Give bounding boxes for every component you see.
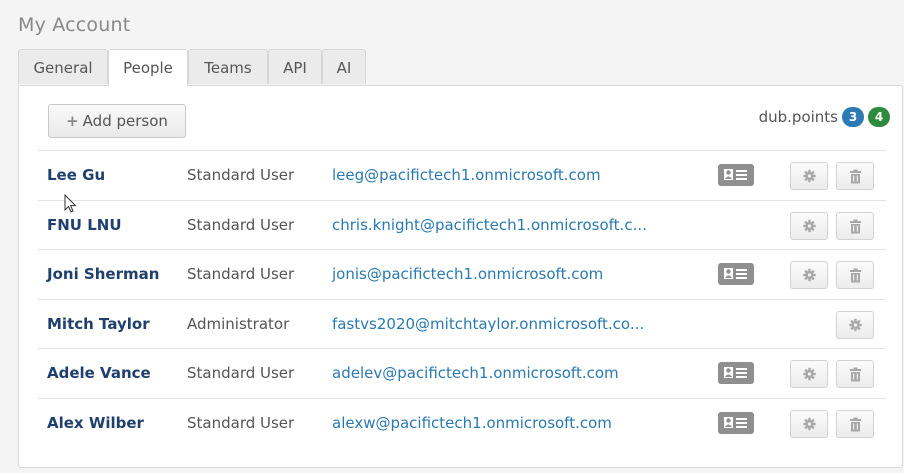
settings-button[interactable]	[790, 162, 828, 190]
contact-card-icon[interactable]	[718, 164, 754, 186]
table-row: FNU LNU Standard User chris.knight@pacific…	[38, 199, 886, 250]
person-email[interactable]: alexw@pacifictech1.onmicrosoft.com	[332, 399, 612, 448]
table-row: Mitch Taylor Administrator fastvs2020@mitc…	[38, 298, 886, 349]
person-name[interactable]: Adele Vance	[47, 349, 151, 398]
delete-button[interactable]	[836, 409, 874, 438]
add-person-label: Add person	[82, 112, 168, 130]
settings-button[interactable]	[790, 409, 828, 438]
contact-card-icon[interactable]	[718, 362, 754, 384]
settings-button[interactable]	[790, 211, 828, 240]
delete-button[interactable]	[836, 211, 874, 240]
tab-general[interactable]: General	[18, 49, 108, 84]
settings-button[interactable]	[836, 310, 874, 339]
person-email[interactable]: leeg@pacifictech1.onmicrosoft.com	[332, 151, 601, 200]
person-name[interactable]: Lee Gu	[47, 151, 105, 200]
person-email[interactable]: adelev@pacifictech1.onmicrosoft.com	[332, 349, 619, 398]
table-row: Joni Sherman Standard User jonis@pacificte…	[38, 249, 886, 298]
delete-button[interactable]	[836, 261, 874, 289]
table-row: Alex Wilber Standard User alexw@pacifictec…	[38, 397, 886, 448]
person-email[interactable]: chris.knight@pacifictech1.onmicrosoft.c.…	[332, 201, 647, 250]
tab-ai[interactable]: AI	[322, 49, 366, 84]
tab-teams[interactable]: Teams	[188, 49, 268, 84]
person-name[interactable]: Joni Sherman	[47, 250, 159, 299]
delete-button[interactable]	[836, 162, 874, 190]
plus-icon: +	[66, 112, 79, 130]
points-badge-green: 4	[868, 107, 890, 127]
person-role: Standard User	[187, 364, 295, 382]
person-role: Administrator	[187, 314, 290, 333]
person-role: Standard User	[187, 265, 295, 283]
page-title: My Account	[18, 14, 131, 36]
person-name[interactable]: FNU LNU	[47, 201, 122, 250]
delete-button[interactable]	[836, 360, 874, 388]
person-role: Standard User	[187, 413, 295, 432]
person-role: Standard User	[187, 166, 295, 184]
person-name[interactable]: Alex Wilber	[47, 399, 144, 448]
table-row: Lee Gu Standard User leeg@pacifictech1.onm…	[38, 150, 886, 199]
table-row: Adele Vance Standard User adelev@pacificte…	[38, 348, 886, 397]
person-role: Standard User	[187, 215, 295, 234]
tab-api[interactable]: API	[268, 49, 322, 84]
points-badge-blue: 3	[842, 107, 864, 127]
settings-button[interactable]	[790, 261, 828, 289]
contact-card-icon[interactable]	[718, 411, 754, 434]
mouse-pointer-icon	[64, 194, 77, 213]
settings-button[interactable]	[790, 360, 828, 388]
people-panel: + Add person dub.points 3 4 Lee Gu Standar…	[18, 85, 903, 468]
dub-points-label: dub.points	[758, 108, 838, 126]
tab-people[interactable]: People	[108, 49, 188, 86]
add-person-button[interactable]: + Add person	[48, 104, 186, 138]
person-email[interactable]: fastvs2020@mitchtaylor.onmicrosoft.co...	[332, 300, 644, 349]
person-name[interactable]: Mitch Taylor	[47, 300, 150, 349]
person-email[interactable]: jonis@pacifictech1.onmicrosoft.com	[332, 250, 603, 299]
dub-points: dub.points 3 4	[759, 105, 890, 129]
contact-card-icon[interactable]	[718, 263, 754, 285]
